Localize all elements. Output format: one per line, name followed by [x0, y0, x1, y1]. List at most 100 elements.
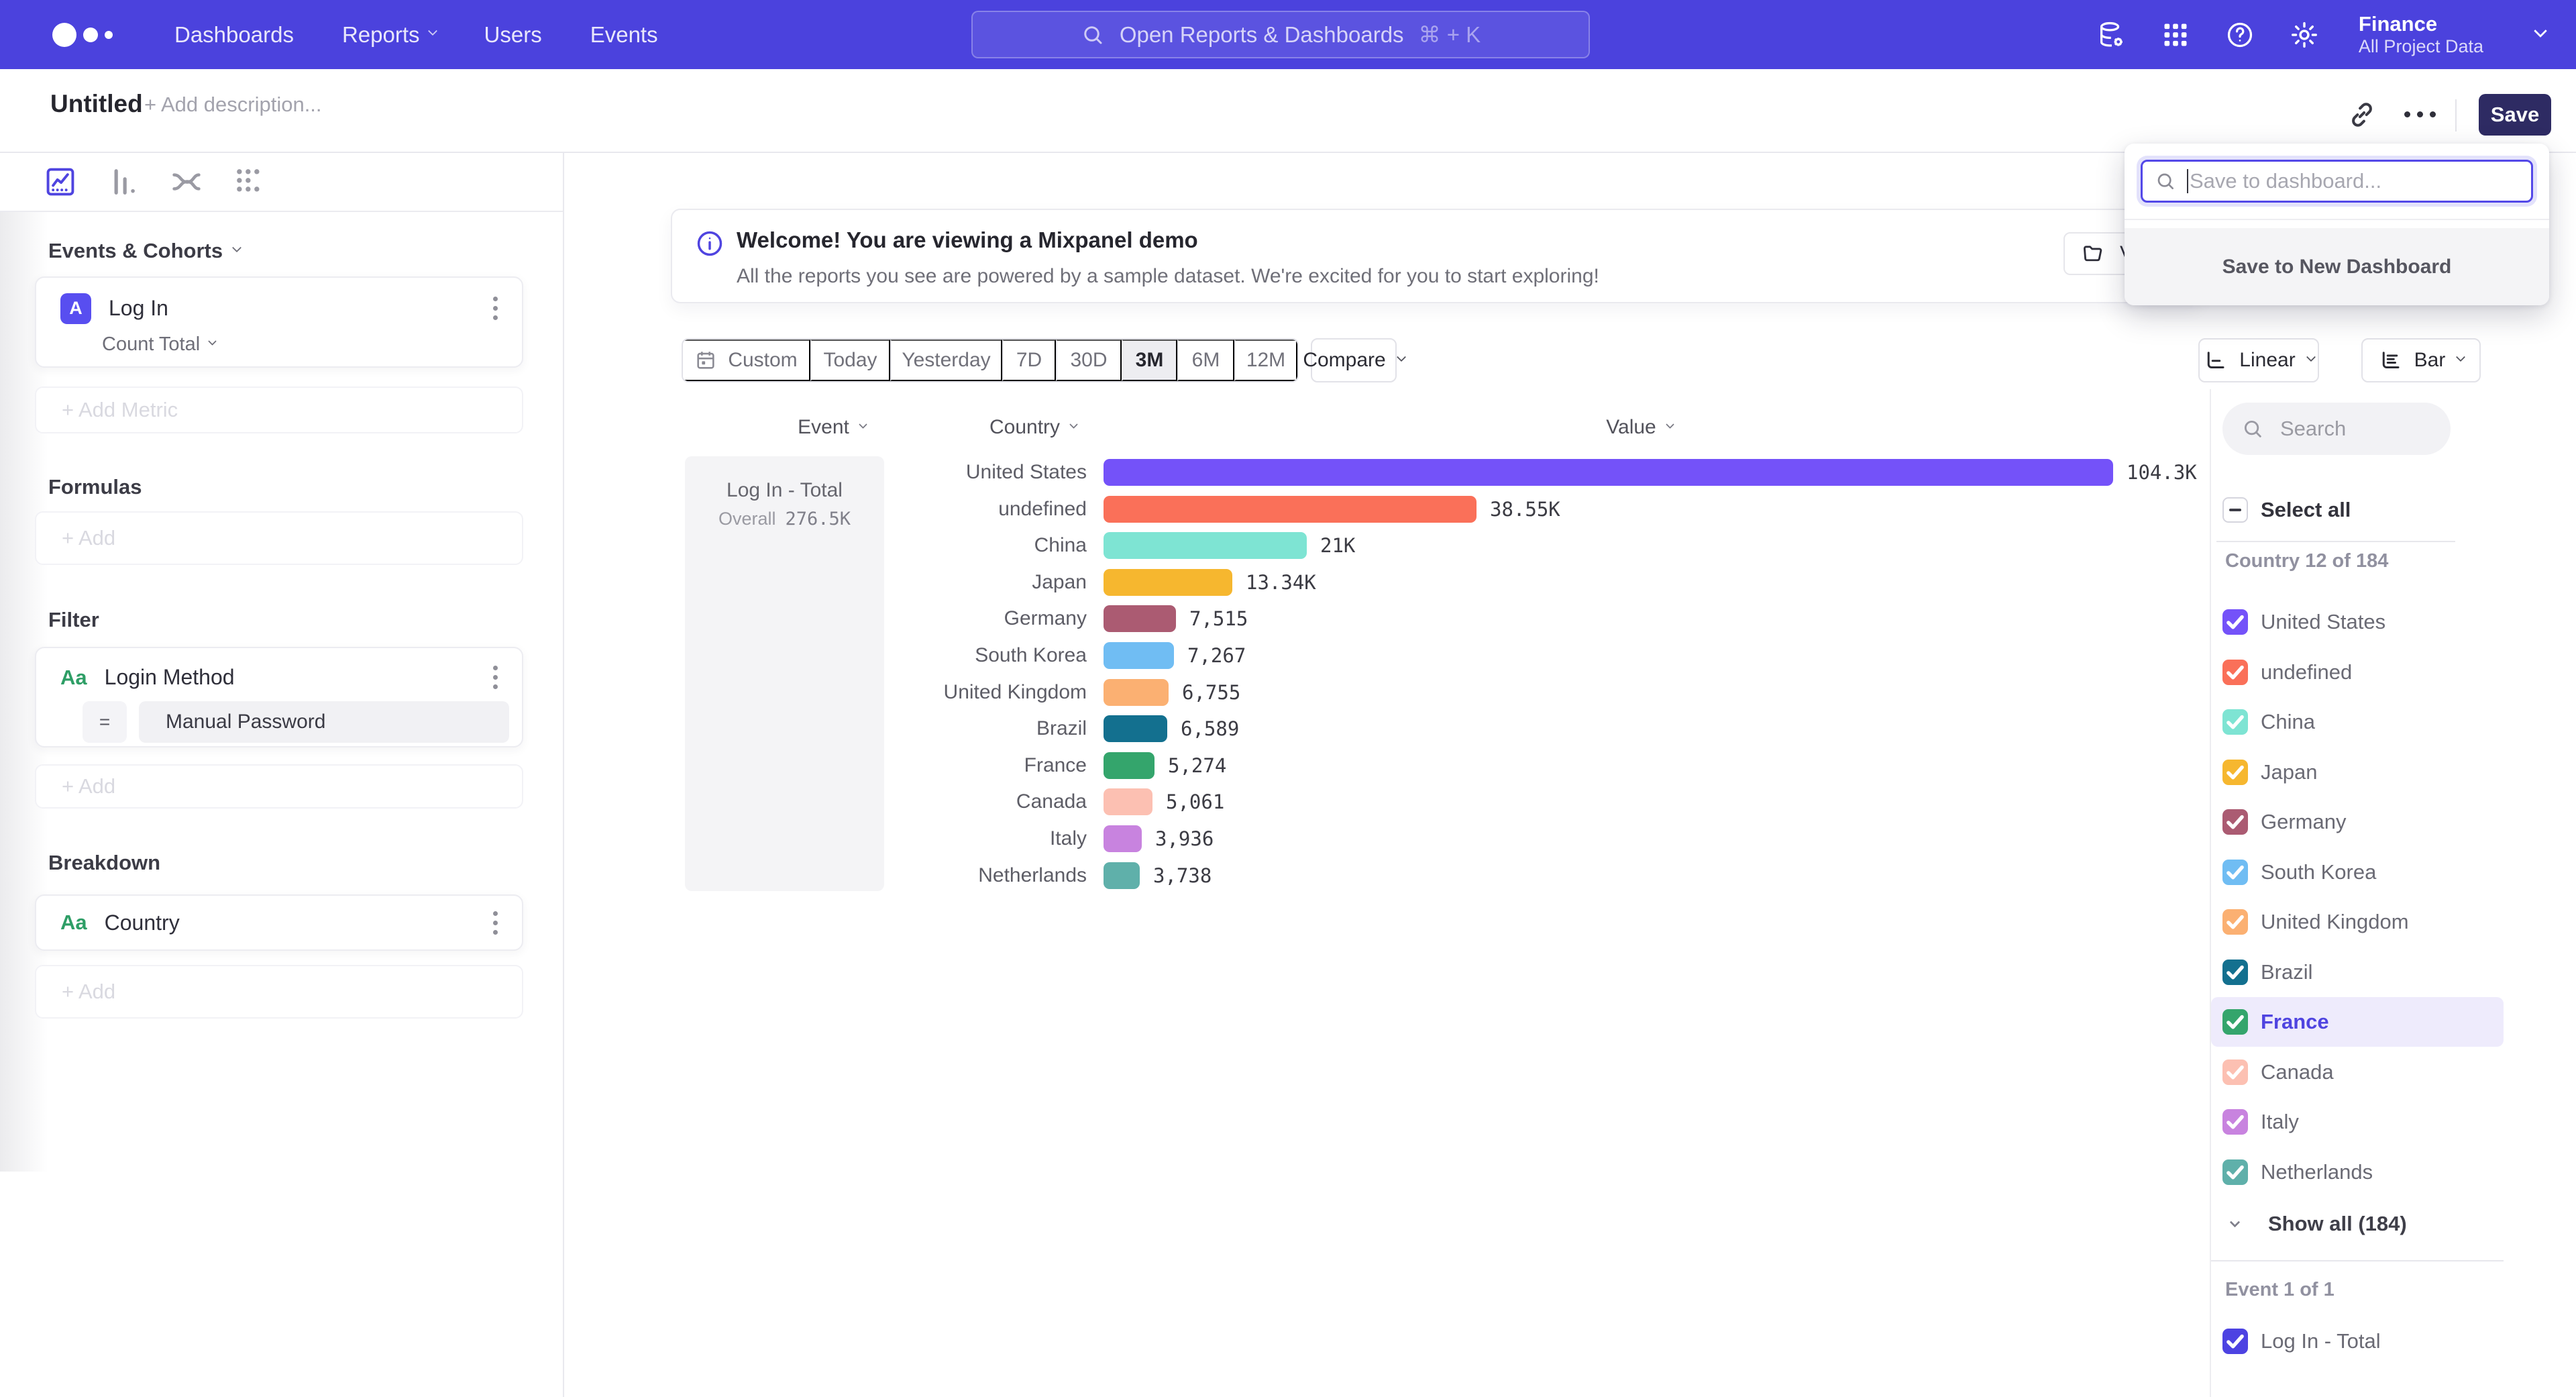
range-button-yesterday[interactable]: Yesterday	[890, 340, 1002, 381]
range-button-7d[interactable]: 7D	[1002, 340, 1056, 381]
country-checkbox-south-korea[interactable]	[2222, 860, 2248, 885]
add-formula-label: + Add	[62, 526, 115, 550]
add-description-field[interactable]: + Add description...	[144, 93, 322, 117]
save-dashboard-search-input[interactable]: Save to dashboard...	[2141, 160, 2533, 203]
folder-icon	[2081, 242, 2105, 266]
add-formula-button[interactable]: + Add	[35, 511, 523, 565]
bar-united-kingdom[interactable]	[1104, 679, 1169, 706]
report-title[interactable]: Untitled	[50, 90, 143, 118]
range-button-12m[interactable]: 12M	[1234, 340, 1297, 381]
country-checkbox-brazil[interactable]	[2222, 960, 2248, 985]
event-checkbox-row[interactable]: Log In - Total	[2211, 1316, 2504, 1366]
filter-property-name[interactable]: Login Method	[105, 665, 235, 690]
more-options-icon[interactable]	[2404, 111, 2436, 117]
range-button-3m[interactable]: 3M	[1122, 340, 1177, 381]
event-checkbox[interactable]	[2222, 1329, 2248, 1354]
data-management-icon[interactable]	[2096, 19, 2127, 50]
nav-item-users[interactable]: Users	[484, 22, 542, 48]
country-row-canada[interactable]: Canada	[2211, 1047, 2504, 1097]
column-header-value[interactable]: Value	[1566, 416, 1713, 439]
line-scale-button[interactable]: Linear	[2198, 338, 2319, 382]
metric-card[interactable]: A Log In Count Total	[35, 276, 523, 368]
range-button-30d[interactable]: 30D	[1056, 340, 1122, 381]
bar-germany[interactable]	[1104, 605, 1176, 632]
country-checkbox-italy[interactable]	[2222, 1109, 2248, 1135]
range-button-today[interactable]: Today	[810, 340, 890, 381]
filter-value[interactable]: Manual Password	[139, 701, 509, 743]
filter-operator[interactable]: =	[83, 701, 127, 743]
bar-united-states[interactable]	[1104, 459, 2113, 486]
apps-grid-icon[interactable]	[2160, 19, 2191, 50]
country-row-china[interactable]: China	[2211, 697, 2504, 747]
chart-type-button[interactable]: Bar	[2361, 338, 2481, 382]
column-header-country[interactable]: Country	[932, 416, 1134, 439]
country-checkbox-united-states[interactable]	[2222, 609, 2248, 635]
nav-item-dashboards[interactable]: Dashboards	[174, 22, 294, 48]
bar-chart-icon	[2378, 348, 2402, 372]
country-row-italy[interactable]: Italy	[2211, 1097, 2504, 1147]
global-search-input[interactable]: Open Reports & Dashboards ⌘ + K	[971, 11, 1590, 58]
add-breakdown-button[interactable]: + Add	[35, 965, 523, 1019]
country-row-brazil[interactable]: Brazil	[2211, 947, 2504, 997]
bar-netherlands[interactable]	[1104, 862, 1140, 889]
add-filter-button[interactable]: + Add	[35, 764, 523, 809]
mixpanel-logo[interactable]	[52, 23, 146, 47]
help-icon[interactable]	[2224, 19, 2255, 50]
breakdown-card[interactable]: Aa Country	[35, 894, 523, 951]
country-row-united-states[interactable]: United States	[2211, 597, 2504, 647]
country-row-south-korea[interactable]: South Korea	[2211, 847, 2504, 897]
bar-brazil[interactable]	[1104, 715, 1167, 742]
bar-italy[interactable]	[1104, 825, 1142, 852]
bar-japan[interactable]	[1104, 569, 1232, 596]
bar-undefined[interactable]	[1104, 496, 1477, 523]
country-checkbox-germany[interactable]	[2222, 809, 2248, 835]
bar-south-korea[interactable]	[1104, 642, 1174, 669]
range-button-6m[interactable]: 6M	[1177, 340, 1234, 381]
series-search-input[interactable]: Search	[2222, 403, 2451, 455]
save-button[interactable]: Save	[2479, 94, 2551, 136]
copy-link-icon[interactable]	[2347, 99, 2377, 130]
bar-france[interactable]	[1104, 752, 1155, 779]
country-checkbox-canada[interactable]	[2222, 1059, 2248, 1085]
project-switcher[interactable]: Finance All Project Data	[2359, 12, 2483, 57]
country-checkbox-france[interactable]	[2222, 1009, 2248, 1035]
filter-kebab-icon[interactable]	[489, 662, 502, 693]
country-checkbox-china[interactable]	[2222, 709, 2248, 735]
metric-aggregation[interactable]: Count Total	[102, 333, 522, 356]
select-all-checkbox[interactable]	[2222, 497, 2248, 523]
add-metric-button[interactable]: + Add Metric	[35, 386, 523, 433]
settings-gear-icon[interactable]	[2289, 19, 2320, 50]
range-button-custom[interactable]: Custom	[683, 340, 810, 381]
compare-button[interactable]: Compare	[1311, 338, 1397, 382]
tab-flows-icon[interactable]	[169, 164, 204, 199]
bar-canada[interactable]	[1104, 788, 1152, 815]
show-all-button[interactable]: Show all (184)	[2211, 1200, 2504, 1248]
metric-kebab-icon[interactable]	[489, 293, 502, 324]
country-checkbox-undefined[interactable]	[2222, 660, 2248, 685]
chart-row-united-states: United States104.3K	[564, 454, 2210, 490]
breakdown-kebab-icon[interactable]	[489, 907, 502, 939]
filter-card[interactable]: Aa Login Method = Manual Password	[35, 647, 523, 747]
country-row-undefined[interactable]: undefined	[2211, 648, 2504, 697]
events-cohorts-header[interactable]: Events & Cohorts	[48, 239, 240, 263]
bar-china[interactable]	[1104, 532, 1307, 559]
country-row-japan[interactable]: Japan	[2211, 747, 2504, 797]
project-chevron-down-icon[interactable]	[2536, 28, 2545, 41]
nav-item-reports[interactable]: Reports	[342, 22, 436, 48]
country-row-netherlands[interactable]: Netherlands	[2211, 1147, 2504, 1197]
country-checkbox-netherlands[interactable]	[2222, 1159, 2248, 1185]
country-checkbox-japan[interactable]	[2222, 760, 2248, 785]
breakdown-property-name[interactable]: Country	[105, 911, 180, 935]
tab-insights-icon[interactable]	[43, 164, 78, 199]
country-row-united-kingdom[interactable]: United Kingdom	[2211, 897, 2504, 947]
select-all-row[interactable]: Select all	[2211, 485, 2504, 535]
tab-retention-icon[interactable]	[232, 164, 267, 199]
metric-name[interactable]: Log In	[109, 296, 168, 321]
country-checkbox-united-kingdom[interactable]	[2222, 909, 2248, 935]
column-header-event[interactable]: Event	[751, 416, 912, 439]
country-row-france[interactable]: France	[2211, 997, 2504, 1047]
save-to-new-dashboard-button[interactable]: Save to New Dashboard	[2125, 228, 2549, 305]
nav-item-events[interactable]: Events	[590, 22, 658, 48]
country-row-germany[interactable]: Germany	[2211, 797, 2504, 847]
tab-funnels-icon[interactable]	[106, 164, 141, 199]
